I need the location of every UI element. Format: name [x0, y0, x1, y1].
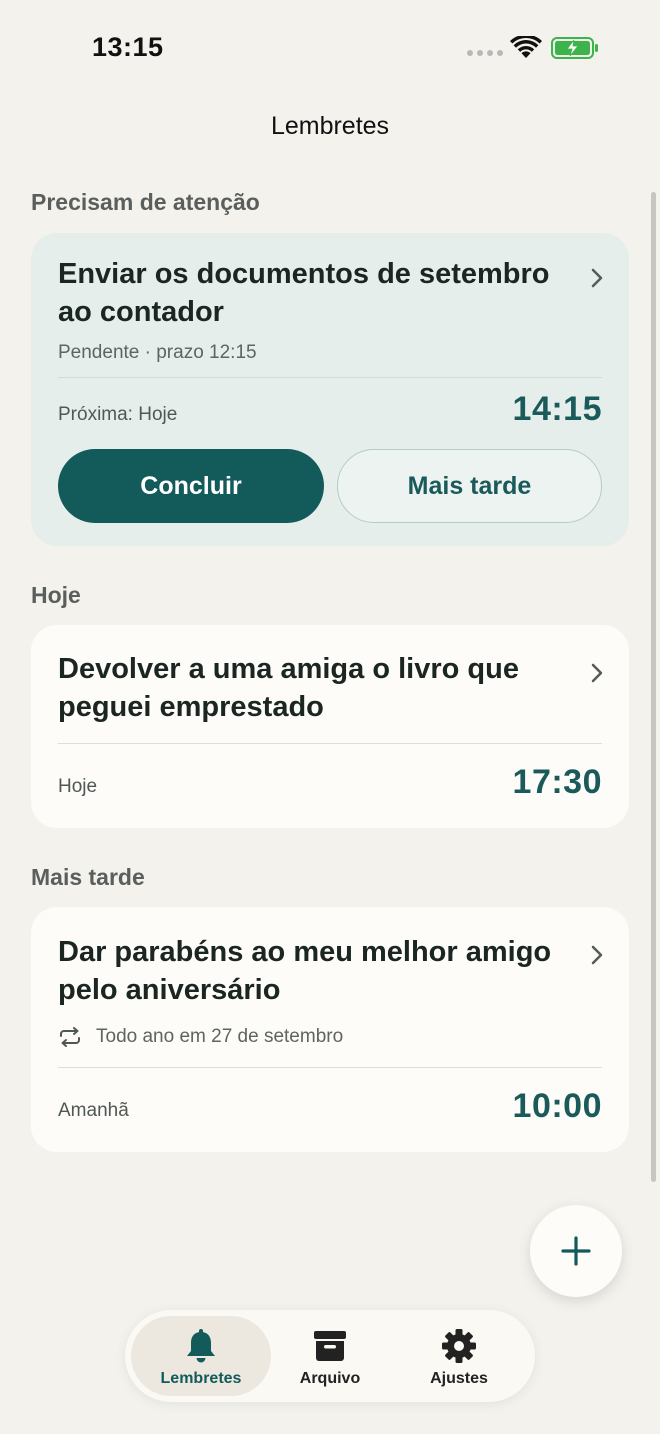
- tab-archive[interactable]: Arquivo: [260, 1316, 400, 1396]
- archive-icon: [314, 1331, 346, 1361]
- divider: [58, 743, 602, 744]
- reminder-card-today[interactable]: Devolver a uma amiga o livro que peguei …: [31, 625, 629, 828]
- tab-label: Arquivo: [299, 1370, 361, 1387]
- section-header-later: Mais tarde: [31, 864, 145, 890]
- battery-charging-icon: [551, 37, 598, 59]
- divider: [58, 1067, 602, 1068]
- tab-label: Lembretes: [160, 1370, 242, 1387]
- status-time: 13:15: [92, 32, 164, 62]
- tab-bar: Lembretes Arquivo Ajustes: [125, 1310, 535, 1402]
- bell-icon: [187, 1329, 215, 1363]
- reminder-title: Dar parabéns ao meu melhor amigo pelo an…: [58, 936, 552, 1006]
- chevron-right-icon: [591, 268, 603, 288]
- cellular-signal-icon: [467, 50, 503, 56]
- chevron-right-icon: [591, 945, 603, 965]
- tab-reminders[interactable]: Lembretes: [131, 1316, 271, 1396]
- repeat-text: Todo ano em 27 de setembro: [96, 1026, 344, 1047]
- reminder-time: 17:30: [512, 763, 602, 801]
- tab-label: Ajustes: [430, 1370, 488, 1387]
- wifi-icon: [510, 36, 542, 58]
- page-title: Lembretes: [270, 112, 390, 140]
- plus-icon: [561, 1236, 591, 1266]
- gear-icon: [442, 1329, 476, 1363]
- snooze-button[interactable]: Mais tarde: [337, 449, 602, 523]
- reminder-card-later[interactable]: Dar parabéns ao meu melhor amigo pelo an…: [31, 907, 629, 1152]
- reminder-day: Hoje: [58, 776, 98, 797]
- next-occurrence-label: Próxima: Hoje: [58, 404, 178, 425]
- reminder-status: Pendente · prazo 12:15: [58, 342, 257, 363]
- reminder-card-attention[interactable]: Enviar os documentos de setembro ao cont…: [31, 233, 629, 546]
- reminder-day: Amanhã: [58, 1100, 129, 1121]
- repeat-info: Todo ano em 27 de setembro: [58, 1026, 343, 1048]
- section-header-attention: Precisam de atenção: [31, 189, 260, 215]
- section-header-today: Hoje: [31, 582, 81, 608]
- reminder-time: 14:15: [512, 390, 602, 428]
- add-reminder-button[interactable]: [530, 1205, 622, 1297]
- status-bar: 13:15: [0, 0, 660, 96]
- chevron-right-icon: [591, 663, 603, 683]
- complete-button[interactable]: Concluir: [58, 449, 324, 523]
- reminder-title: Enviar os documentos de setembro ao cont…: [58, 258, 550, 328]
- scrollbar[interactable]: [651, 192, 656, 1182]
- reminder-title: Devolver a uma amiga o livro que peguei …: [58, 653, 519, 723]
- repeat-icon: [60, 1027, 80, 1047]
- reminder-time: 10:00: [512, 1087, 602, 1125]
- reminders-screen: 13:15 Lembretes Precisam de atenção Envi…: [0, 0, 660, 1434]
- tab-settings[interactable]: Ajustes: [389, 1316, 529, 1396]
- divider: [58, 377, 602, 378]
